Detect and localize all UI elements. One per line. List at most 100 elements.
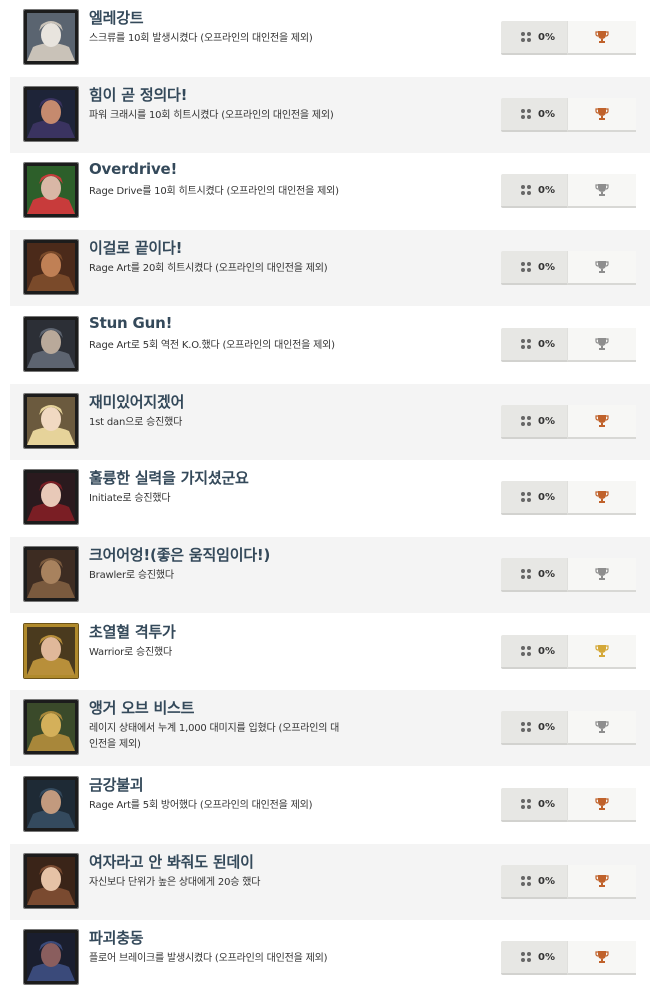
achievement-row: 힘이 곧 정의다! 파워 크래시를 10회 히트시켰다 (오프라인의 대인전을 제…	[10, 77, 650, 153]
completion-percent-box: 0%	[501, 21, 567, 55]
completion-percent-box: 0%	[501, 558, 567, 592]
trophy-box	[567, 941, 636, 975]
trophy-box	[567, 865, 636, 899]
trophy-silver-icon	[595, 568, 609, 580]
trophy-box	[567, 788, 636, 822]
completion-percent-box: 0%	[501, 98, 567, 132]
achievement-row: 금강불괴 Rage Art를 5회 방어했다 (오프라인의 대인전을 제외) 0%	[10, 767, 650, 843]
completion-percent-box: 0%	[501, 328, 567, 362]
trophy-bronze-icon	[595, 31, 609, 43]
grid-icon	[521, 32, 531, 42]
trophy-bronze-icon	[595, 875, 609, 887]
completion-percent-box: 0%	[501, 481, 567, 515]
grid-icon	[521, 876, 531, 886]
trophy-box	[567, 405, 636, 439]
grid-icon	[521, 416, 531, 426]
grid-icon	[521, 185, 531, 195]
trophy-box	[567, 711, 636, 745]
character-portrait-gigas	[23, 162, 79, 218]
achievement-description: 자신보다 단위가 높은 상대에게 20승 했다	[89, 877, 261, 888]
achievement-description: Brawler로 승진했다	[89, 570, 174, 581]
achievement-description: Rage Drive를 10회 히트시켰다 (오프라인의 대인전을 제외)	[89, 186, 339, 197]
trophy-bronze-icon	[595, 798, 609, 810]
completion-percent-box: 0%	[501, 941, 567, 975]
character-portrait-hood	[23, 316, 79, 372]
trophy-box	[567, 635, 636, 669]
achievement-title: Stun Gun!	[89, 314, 173, 332]
achievement-row: 훌륭한 실력을 가지셨군요 Initiate로 승진했다 0%	[10, 460, 650, 536]
character-portrait-kazuya	[23, 776, 79, 832]
achievement-description: 파워 크래시를 10회 히트시켰다 (오프라인의 대인전을 제외)	[89, 110, 334, 121]
completion-percent: 0%	[538, 721, 555, 733]
achievement-row: 이걸로 끝이다! Rage Art를 20회 히트시켰다 (오프라인의 대인전을 …	[10, 230, 650, 306]
trophy-gold-icon	[595, 645, 609, 657]
trophy-box	[567, 328, 636, 362]
completion-percent: 0%	[538, 261, 555, 273]
character-portrait-miguel	[23, 239, 79, 295]
completion-percent-box: 0%	[501, 635, 567, 669]
achievement-title: 여자라고 안 봐줘도 된데이	[89, 853, 254, 871]
completion-percent: 0%	[538, 108, 555, 120]
completion-percent: 0%	[538, 184, 555, 196]
completion-percent-box: 0%	[501, 405, 567, 439]
trophy-box	[567, 481, 636, 515]
completion-percent: 0%	[538, 568, 555, 580]
achievement-title: 힘이 곧 정의다!	[89, 86, 188, 104]
achievement-title: 초열혈 격투가	[89, 623, 176, 641]
completion-percent-box: 0%	[501, 174, 567, 208]
achievement-row: 파괴충동플로어 브레이크를 발생시켰다 (오프라인의 대인전을 제외) 0%	[10, 920, 650, 996]
character-portrait-paul	[23, 623, 79, 679]
achievement-row: 앵거 오브 비스트 레이지 상태에서 누계 1,000 대미지를 입혔다 (오프라…	[10, 690, 650, 766]
completion-percent: 0%	[538, 951, 555, 963]
achievement-title: 파괴충동	[89, 929, 144, 947]
achievement-row: 재미있어지겠어 1st dan으로 승진했다 0%	[10, 384, 650, 460]
character-portrait-king	[23, 699, 79, 755]
character-portrait-nina	[23, 393, 79, 449]
achievement-description: Rage Art를 5회 방어했다 (오프라인의 대인전을 제외)	[89, 800, 313, 811]
completion-percent: 0%	[538, 645, 555, 657]
completion-percent-box: 0%	[501, 788, 567, 822]
character-portrait-josie	[23, 853, 79, 909]
trophy-silver-icon	[595, 261, 609, 273]
achievement-title: 금강불괴	[89, 776, 144, 794]
achievement-title: 크어어엉!(좋은 움직임이다!)	[89, 546, 271, 564]
achievement-description: 플로어 브레이크를 발생시켰다 (오프라인의 대인전을 제외)	[89, 953, 328, 964]
trophy-box	[567, 558, 636, 592]
completion-percent-box: 0%	[501, 865, 567, 899]
trophy-silver-icon	[595, 721, 609, 733]
completion-percent: 0%	[538, 875, 555, 887]
grid-icon	[521, 339, 531, 349]
character-portrait-ling	[23, 469, 79, 525]
trophy-silver-icon	[595, 184, 609, 196]
grid-icon	[521, 109, 531, 119]
achievement-row: Overdrive! Rage Drive를 10회 히트시켰다 (오프라인의 대…	[10, 153, 650, 229]
trophy-bronze-icon	[595, 491, 609, 503]
achievement-description: 레이지 상태에서 누계 1,000 대미지를 입혔다 (오프라인의 대인전을 제…	[89, 723, 340, 750]
grid-icon	[521, 952, 531, 962]
completion-percent-box: 0%	[501, 711, 567, 745]
trophy-box	[567, 98, 636, 132]
character-portrait-hooded	[23, 86, 79, 142]
achievement-title: 엘레강트	[89, 9, 144, 27]
character-portrait-lars	[23, 9, 79, 65]
trophy-box	[567, 21, 636, 55]
achievement-title: Overdrive!	[89, 160, 178, 178]
grid-icon	[521, 492, 531, 502]
achievement-row: 초열혈 격투가 Warrior로 승진했다 0%	[10, 614, 650, 690]
trophy-box	[567, 174, 636, 208]
achievement-description: Initiate로 승진했다	[89, 493, 171, 504]
achievement-title: 훌륭한 실력을 가지셨군요	[89, 469, 249, 487]
achievement-row: Stun Gun! Rage Art로 5회 역전 K.O.했다 (오프라인의 대…	[10, 307, 650, 383]
completion-percent-box: 0%	[501, 251, 567, 285]
completion-percent: 0%	[538, 338, 555, 350]
grid-icon	[521, 646, 531, 656]
grid-icon	[521, 722, 531, 732]
achievement-row: 여자라고 안 봐줘도 된데이자신보다 단위가 높은 상대에게 20승 했다 0%	[10, 844, 650, 920]
achievement-description: 스크류를 10회 발생시켰다 (오프라인의 대인전을 제외)	[89, 33, 313, 44]
completion-percent: 0%	[538, 31, 555, 43]
achievement-description: Rage Art로 5회 역전 K.O.했다 (오프라인의 대인전을 제외)	[89, 340, 335, 351]
achievement-title: 이걸로 끝이다!	[89, 239, 183, 257]
grid-icon	[521, 799, 531, 809]
completion-percent: 0%	[538, 491, 555, 503]
trophy-bronze-icon	[595, 951, 609, 963]
